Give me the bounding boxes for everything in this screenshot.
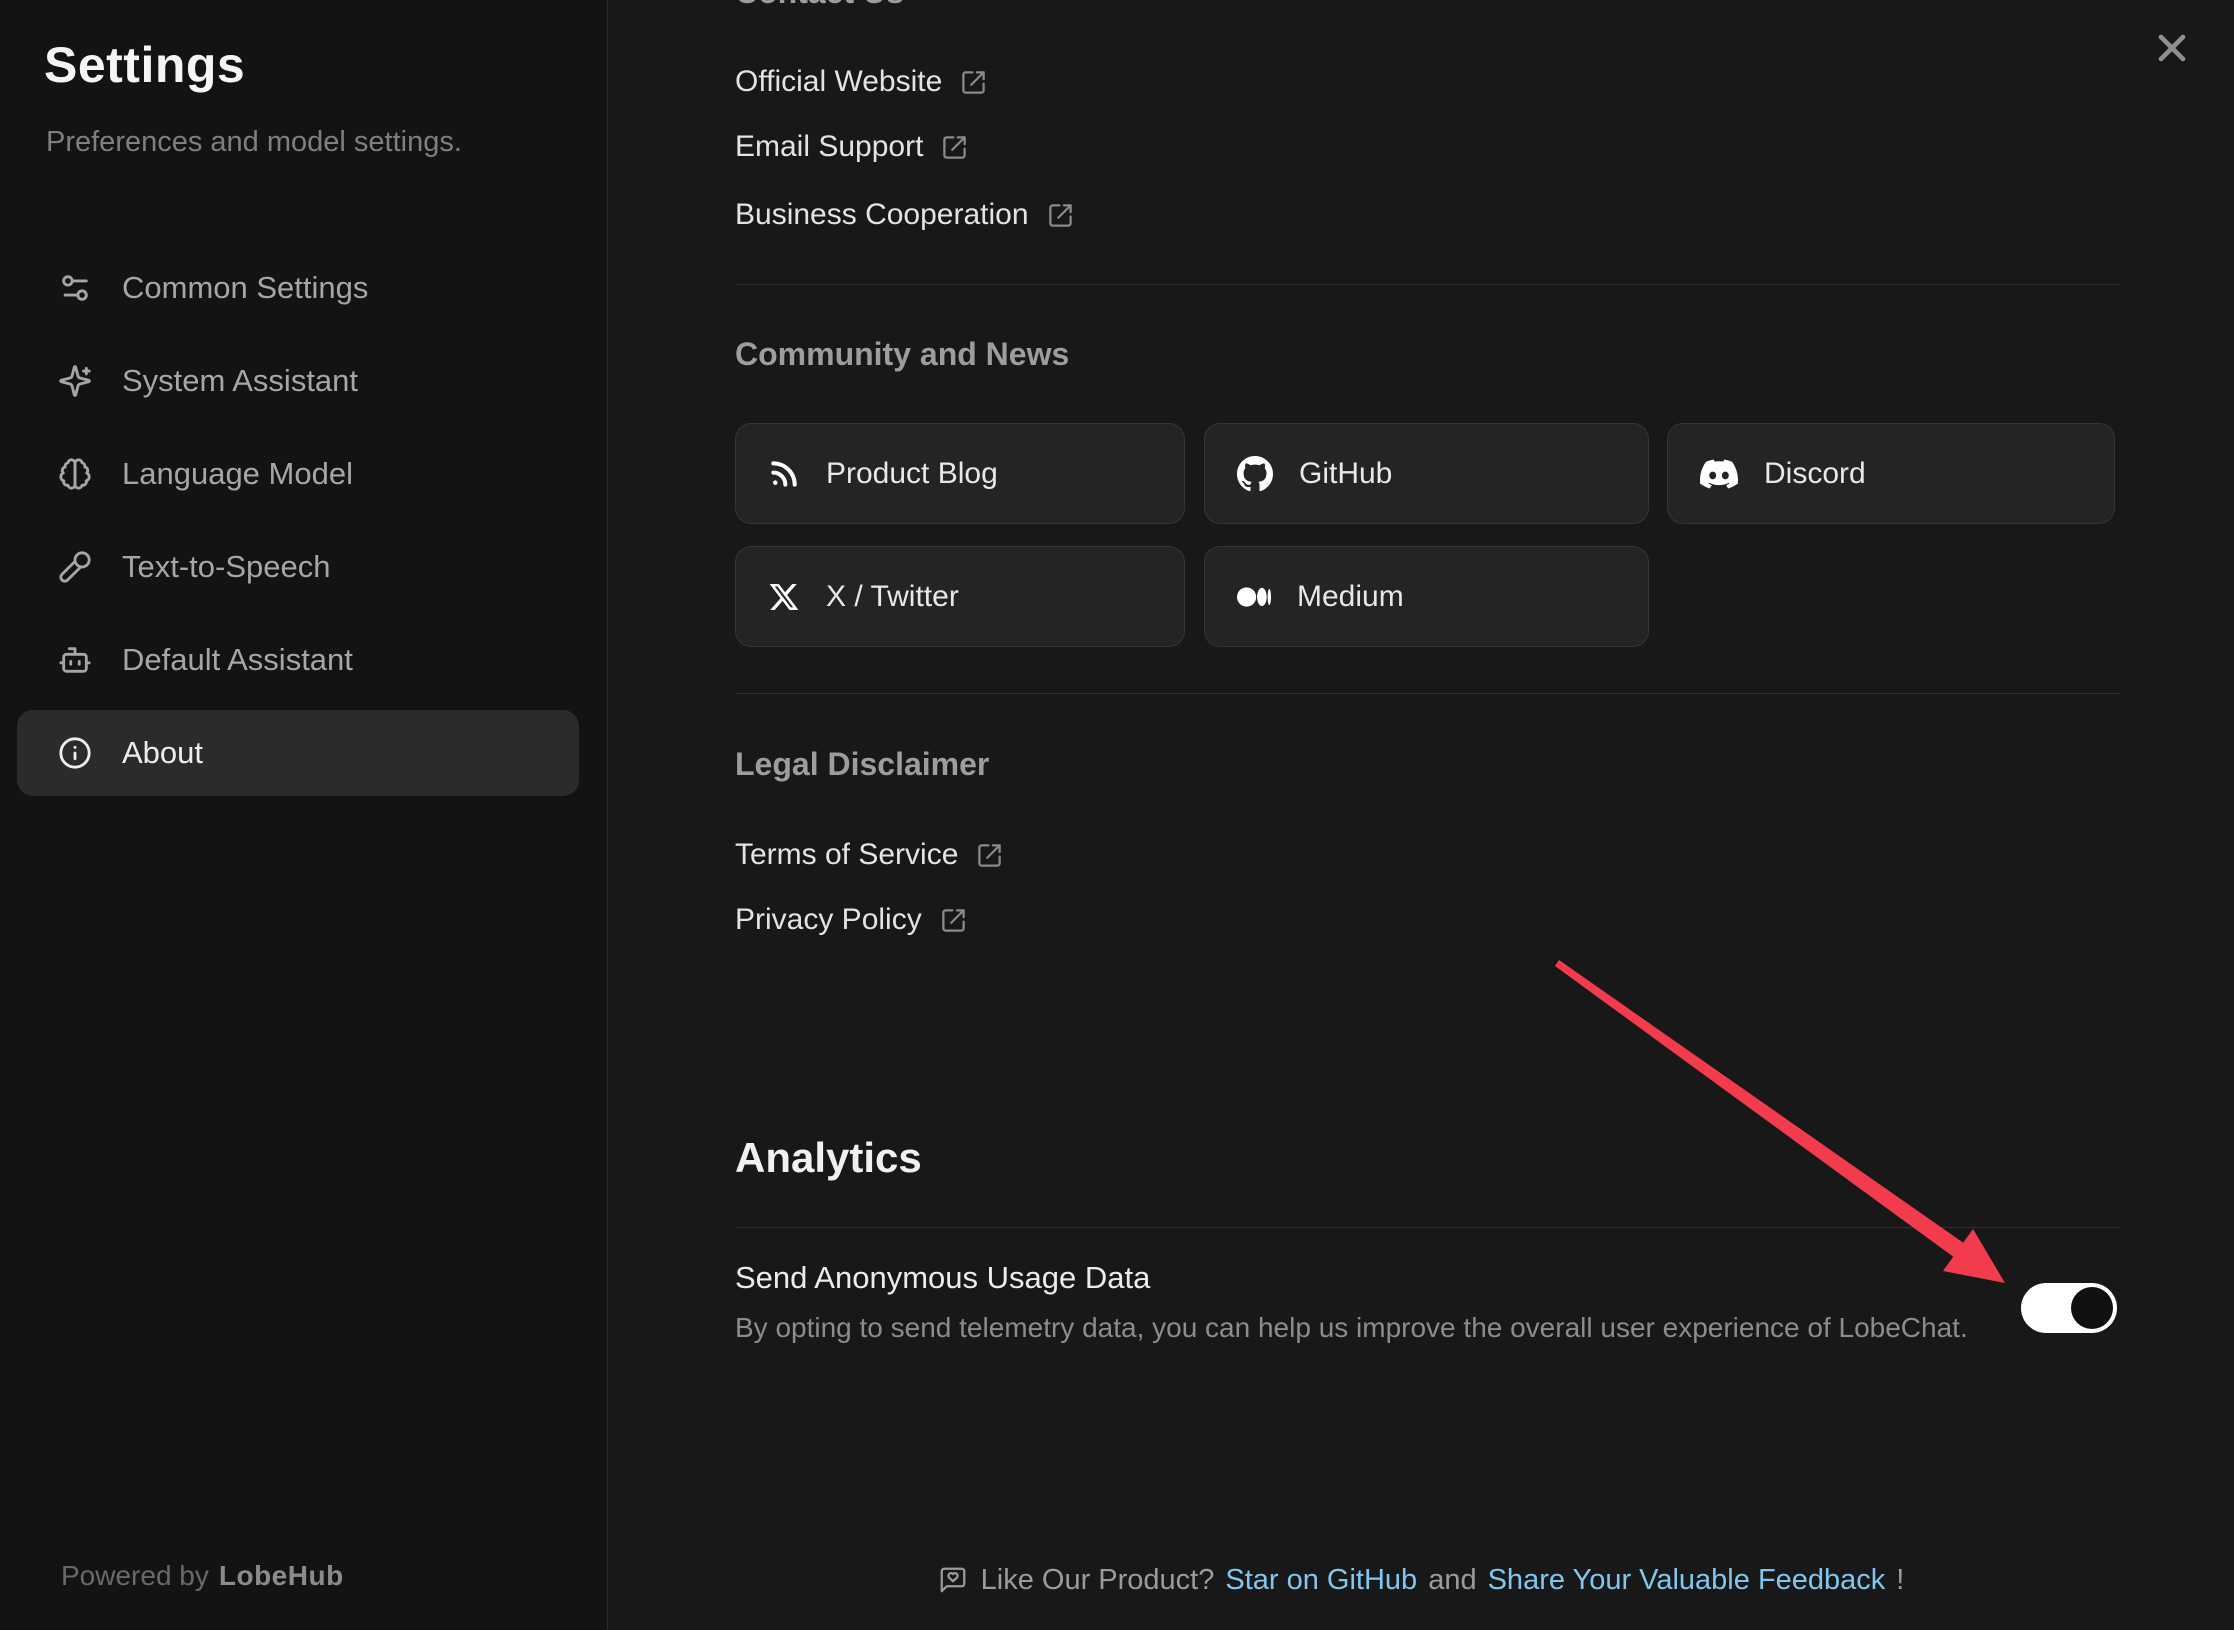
settings-modal: Settings Preferences and model settings.… — [0, 0, 2234, 1630]
analytics-heading: Analytics — [735, 1134, 922, 1182]
external-link-icon — [1047, 202, 1074, 229]
footer-text: and — [1428, 1564, 1476, 1597]
link-label: Business Cooperation — [735, 198, 1029, 232]
page-subtitle: Preferences and model settings. — [46, 126, 462, 159]
footer-text: ! — [1896, 1564, 1904, 1597]
terms-of-service-link[interactable]: Terms of Service — [735, 835, 1003, 875]
sidebar-item-label: Text-to-Speech — [122, 549, 331, 585]
community-heading: Community and News — [735, 336, 1069, 373]
microphone-icon — [58, 550, 92, 584]
x-logo-icon — [768, 581, 800, 613]
product-blog-button[interactable]: Product Blog — [735, 423, 1185, 524]
link-label: Terms of Service — [735, 838, 958, 872]
sidebar-item-label: Default Assistant — [122, 642, 353, 678]
privacy-policy-link[interactable]: Privacy Policy — [735, 900, 967, 940]
about-panel: Contact Us Official Website Email Suppor… — [608, 0, 2234, 1630]
settings-nav: Common Settings System Assistant Languag… — [17, 245, 579, 803]
card-label: X / Twitter — [826, 580, 959, 614]
robot-icon — [58, 643, 92, 677]
official-website-link[interactable]: Official Website — [735, 62, 987, 102]
lobehub-brand-link[interactable]: LobeHub — [219, 1560, 344, 1591]
divider — [735, 1227, 2120, 1228]
medium-icon — [1237, 580, 1271, 614]
sidebar-item-about[interactable]: About — [17, 710, 579, 796]
rss-icon — [768, 458, 800, 490]
brain-icon — [58, 457, 92, 491]
card-label: GitHub — [1299, 457, 1392, 491]
discord-button[interactable]: Discord — [1667, 423, 2115, 524]
main-footer: Like Our Product? Star on GitHub and Sha… — [608, 1558, 2234, 1602]
medium-button[interactable]: Medium — [1204, 546, 1649, 647]
usage-data-description: By opting to send telemetry data, you ca… — [735, 1312, 1968, 1344]
link-label: Email Support — [735, 130, 923, 164]
close-button[interactable] — [2150, 26, 2194, 70]
powered-by: Powered by LobeHub — [61, 1560, 344, 1592]
github-button[interactable]: GitHub — [1204, 423, 1649, 524]
close-icon — [2150, 57, 2194, 74]
divider — [735, 284, 2120, 285]
usage-data-toggle[interactable] — [2021, 1283, 2117, 1333]
card-label: Product Blog — [826, 457, 998, 491]
link-label: Official Website — [735, 65, 942, 99]
email-support-link[interactable]: Email Support — [735, 127, 968, 167]
legal-heading: Legal Disclaimer — [735, 746, 989, 783]
discord-icon — [1700, 455, 1738, 493]
sidebar-item-label: Language Model — [122, 456, 353, 492]
external-link-icon — [976, 842, 1003, 869]
sparkles-icon — [58, 364, 92, 398]
share-feedback-link[interactable]: Share Your Valuable Feedback — [1488, 1564, 1886, 1597]
external-link-icon — [941, 134, 968, 161]
message-heart-icon — [938, 1565, 968, 1595]
x-twitter-button[interactable]: X / Twitter — [735, 546, 1185, 647]
usage-data-label: Send Anonymous Usage Data — [735, 1260, 1150, 1296]
sidebar-item-label: System Assistant — [122, 363, 358, 399]
business-cooperation-link[interactable]: Business Cooperation — [735, 195, 1074, 235]
sidebar-item-text-to-speech[interactable]: Text-to-Speech — [17, 524, 579, 610]
card-label: Medium — [1297, 580, 1404, 614]
powered-by-text: Powered by — [61, 1560, 209, 1591]
page-title: Settings — [44, 36, 245, 94]
card-label: Discord — [1764, 457, 1866, 491]
sidebar-item-common-settings[interactable]: Common Settings — [17, 245, 579, 331]
footer-text: Like Our Product? — [981, 1564, 1215, 1597]
divider — [735, 693, 2120, 694]
sliders-icon — [58, 271, 92, 305]
info-icon — [58, 736, 92, 770]
external-link-icon — [960, 69, 987, 96]
sidebar-item-default-assistant[interactable]: Default Assistant — [17, 617, 579, 703]
github-icon — [1237, 456, 1273, 492]
link-label: Privacy Policy — [735, 903, 922, 937]
toggle-knob — [2071, 1287, 2113, 1329]
external-link-icon — [940, 907, 967, 934]
star-on-github-link[interactable]: Star on GitHub — [1225, 1564, 1417, 1597]
sidebar: Settings Preferences and model settings.… — [0, 0, 608, 1630]
sidebar-item-system-assistant[interactable]: System Assistant — [17, 338, 579, 424]
sidebar-item-language-model[interactable]: Language Model — [17, 431, 579, 517]
sidebar-item-label: Common Settings — [122, 270, 368, 306]
sidebar-item-label: About — [122, 735, 203, 771]
contact-us-heading: Contact Us — [735, 0, 904, 11]
